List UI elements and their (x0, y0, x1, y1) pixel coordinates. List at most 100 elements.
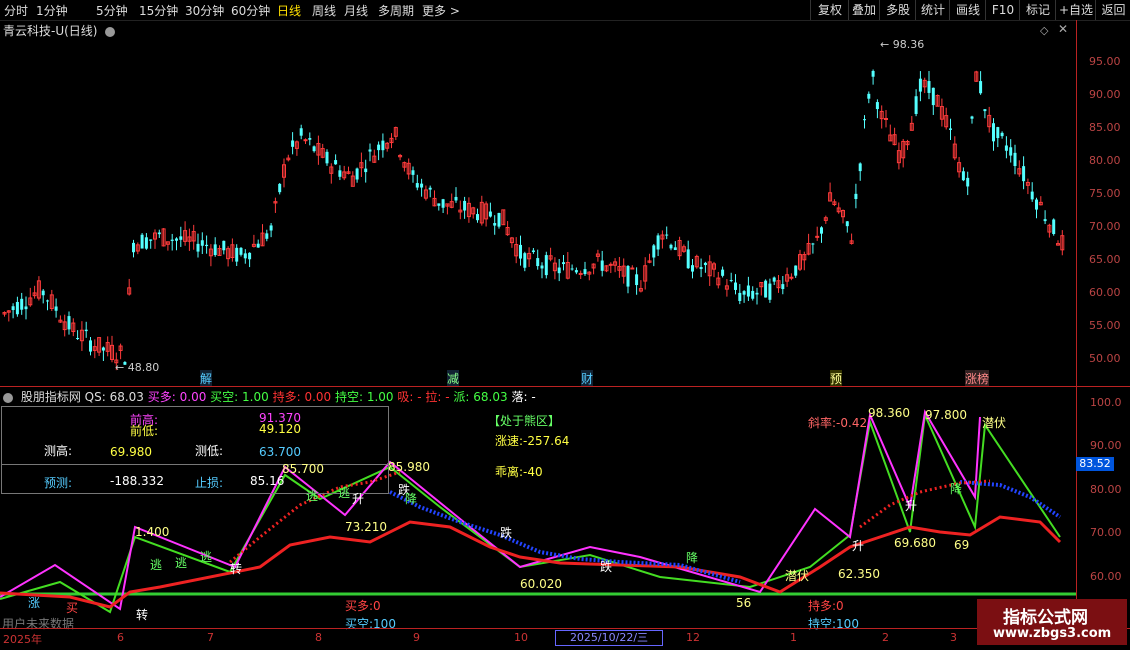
price-tick: 65.00 (1089, 253, 1121, 266)
x-axis-label: 1 (790, 631, 797, 644)
peak-label: 85.980 (388, 460, 430, 474)
period-tab-more[interactable]: 更多 > (422, 2, 460, 19)
signal-label: 跌 (600, 560, 613, 574)
signal-label: 升 (352, 492, 365, 506)
x-axis-label: 2025年 (3, 633, 42, 646)
period-tab-fenshi[interactable]: 分时 (4, 2, 28, 19)
signal-label: 潜伏 (982, 416, 1007, 430)
signal-label: 逃 (175, 556, 188, 570)
indicator-tick: 90.00 (1090, 439, 1122, 452)
yuce-label: 预测: (44, 476, 73, 490)
zhisun-value: 85.16 (250, 474, 285, 488)
future-data-hint: 用户未来数据 (2, 617, 75, 631)
period-tab-weekly[interactable]: 周线 (312, 2, 336, 19)
price-tick: 75.00 (1089, 187, 1121, 200)
zhisun-label: 止损: (195, 476, 224, 490)
signal-label: 转 (136, 608, 149, 622)
indicator-info-box: 前高: 91.370 前低: 49.120 测高: 69.980 测低: 63.… (1, 406, 389, 494)
signal-label: 降 (405, 492, 418, 506)
slope: 斜率:-0.42 (808, 416, 868, 430)
price-tick: 90.00 (1089, 88, 1121, 101)
x-axis-label: 3 (950, 631, 957, 644)
price-tick: 70.00 (1089, 220, 1121, 233)
site-watermark: 指标公式网 www.zbgs3.com (977, 599, 1127, 645)
price-tick: 50.00 (1089, 352, 1121, 365)
peak-label: 60.020 (520, 577, 562, 591)
back-button[interactable]: 返回 (1095, 0, 1130, 20)
watermark-title: 指标公式网 (1003, 608, 1088, 628)
deviation: 乖离:-40 (495, 465, 543, 479)
ce-di-value: 63.700 (259, 445, 301, 459)
ce-gao-label: 测高: (44, 444, 73, 458)
period-tab-monthly[interactable]: 月线 (344, 2, 368, 19)
x-axis-label: 12 (686, 631, 700, 644)
x-axis-line (0, 628, 1130, 629)
event-ranking-marker[interactable]: 涨榜 (965, 370, 990, 387)
signal-label: 潜伏 (785, 569, 810, 583)
watermark-url: www.zbgs3.com (993, 626, 1112, 641)
overlay-button[interactable]: 叠加 (848, 0, 879, 20)
peak-label: 98.360 (868, 406, 910, 420)
zone-status: 【处于熊区】 (488, 414, 561, 428)
ce-gao-value: 69.980 (110, 445, 152, 459)
peak-label: 85.700 (282, 462, 324, 476)
signal-label: 逃 (200, 550, 213, 564)
low-price-label: ← 48.80 (115, 361, 160, 374)
signal-label: 逃 (306, 489, 319, 503)
period-toolbar: 分时 1分钟 5分钟 15分钟 30分钟 60分钟 日线 周线 月线 多周期 更… (0, 0, 1130, 21)
yuce-value: -188.332 (110, 474, 164, 488)
rise-speed: 涨速:-257.64 (495, 434, 570, 448)
price-tick: 95.00 (1089, 55, 1121, 68)
period-tab-1min[interactable]: 1分钟 (36, 2, 68, 19)
price-tick: 80.00 (1089, 154, 1121, 167)
mark-button[interactable]: 标记 (1019, 0, 1056, 20)
indicator-axis-line (1076, 387, 1077, 627)
signal-label: 逃 (338, 486, 351, 500)
peak-label: 56 (736, 596, 752, 610)
peak-label: 97.800 (925, 408, 967, 422)
period-tab-60min[interactable]: 60分钟 (231, 2, 270, 19)
period-tab-5min[interactable]: 5分钟 (96, 2, 128, 19)
add-watchlist-button[interactable]: +自选 (1055, 0, 1096, 20)
indicator-cursor-value: 83.52 (1076, 457, 1114, 471)
f10-button[interactable]: F10 (985, 0, 1020, 20)
event-finance-marker[interactable]: 财 (581, 370, 594, 387)
signal-label: 转 (230, 562, 243, 576)
signal-label: 买 (66, 601, 79, 615)
period-tab-multi[interactable]: 多周期 (378, 2, 414, 19)
hold-long: 持多:0 (808, 599, 844, 613)
period-tab-daily[interactable]: 日线 (277, 2, 301, 19)
signal-label: 降 (686, 551, 699, 565)
qian-di-value: 49.120 (259, 422, 301, 436)
x-axis-label: 10 (514, 631, 528, 644)
x-axis-label: 7 (207, 631, 214, 644)
peak-label: 73.210 (345, 520, 387, 534)
ce-di-label: 测低: (195, 444, 224, 458)
event-unlock-marker[interactable]: 解 (200, 370, 213, 387)
period-tab-30min[interactable]: 30分钟 (185, 2, 224, 19)
high-price-value: 98.36 (892, 38, 925, 51)
low-price-value: 48.80 (127, 361, 160, 374)
signal-label: 降 (950, 482, 963, 496)
peak-label: 69.680 (894, 536, 936, 550)
buy-short: 买空:100 (345, 617, 396, 631)
draw-line-button[interactable]: 画线 (949, 0, 986, 20)
event-forecast-marker[interactable]: 预 (830, 370, 843, 387)
restore-rights-button[interactable]: 复权 (810, 0, 849, 20)
indicator-tick: 80.00 (1090, 483, 1122, 496)
period-tab-15min[interactable]: 15分钟 (139, 2, 178, 19)
statistics-button[interactable]: 统计 (915, 0, 950, 20)
indicator-tick: 100.0 (1090, 396, 1122, 409)
peak-label: 1.400 (135, 525, 170, 539)
hold-short: 持空:100 (808, 617, 859, 631)
price-tick: 55.00 (1089, 319, 1121, 332)
multi-stock-button[interactable]: 多股 (879, 0, 916, 20)
event-reduce-marker[interactable]: 减 (447, 370, 460, 387)
candlestick-chart[interactable] (0, 20, 1076, 386)
signal-label: 跌 (500, 526, 513, 540)
signal-label: 逃 (150, 558, 163, 572)
price-tick: 85.00 (1089, 121, 1121, 134)
x-axis-label: 2 (882, 631, 889, 644)
x-axis-label: 6 (117, 631, 124, 644)
signal-label: 涨 (28, 596, 41, 610)
